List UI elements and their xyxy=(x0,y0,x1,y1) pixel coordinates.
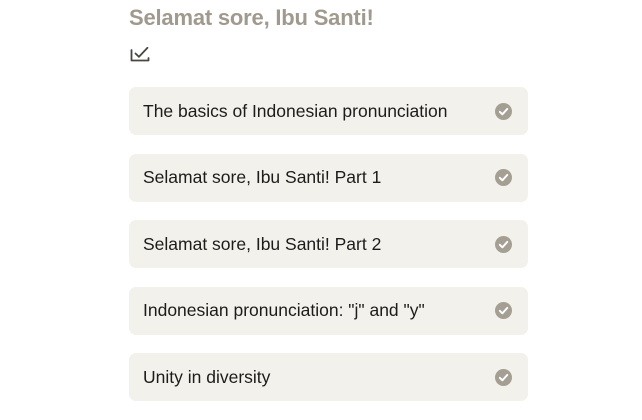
lesson-item-unity-in-diversity[interactable]: Unity in diversity xyxy=(129,353,528,401)
lesson-item-selamat-sore-part-2[interactable]: Selamat sore, Ibu Santi! Part 2 xyxy=(129,220,528,268)
check-circle-icon xyxy=(495,235,512,253)
check-circle-icon xyxy=(495,169,512,186)
lesson-label: Unity in diversity xyxy=(143,366,271,387)
download-check-icon[interactable] xyxy=(130,44,150,64)
lesson-item-pronunciation-j-y[interactable]: Indonesian pronunciation: "j" and "y" xyxy=(129,286,528,335)
check-circle-icon xyxy=(495,368,512,386)
check-circle-icon xyxy=(495,302,512,319)
lesson-label: Selamat sore, Ibu Santi! Part 1 xyxy=(143,167,382,187)
page-title: Selamat sore, Ibu Santi! xyxy=(129,5,374,30)
check-circle-icon xyxy=(495,102,512,120)
lesson-list: The basics of Indonesian pronunciation S… xyxy=(129,87,528,420)
lesson-label: Indonesian pronunciation: "j" and "y" xyxy=(143,300,425,320)
lesson-item-selamat-sore-part-1[interactable]: Selamat sore, Ibu Santi! Part 1 xyxy=(129,153,528,202)
lesson-item-basics-pronunciation[interactable]: The basics of Indonesian pronunciation xyxy=(129,87,528,135)
lesson-label: The basics of Indonesian pronunciation xyxy=(143,100,448,121)
lesson-label: Selamat sore, Ibu Santi! Part 2 xyxy=(143,233,382,254)
